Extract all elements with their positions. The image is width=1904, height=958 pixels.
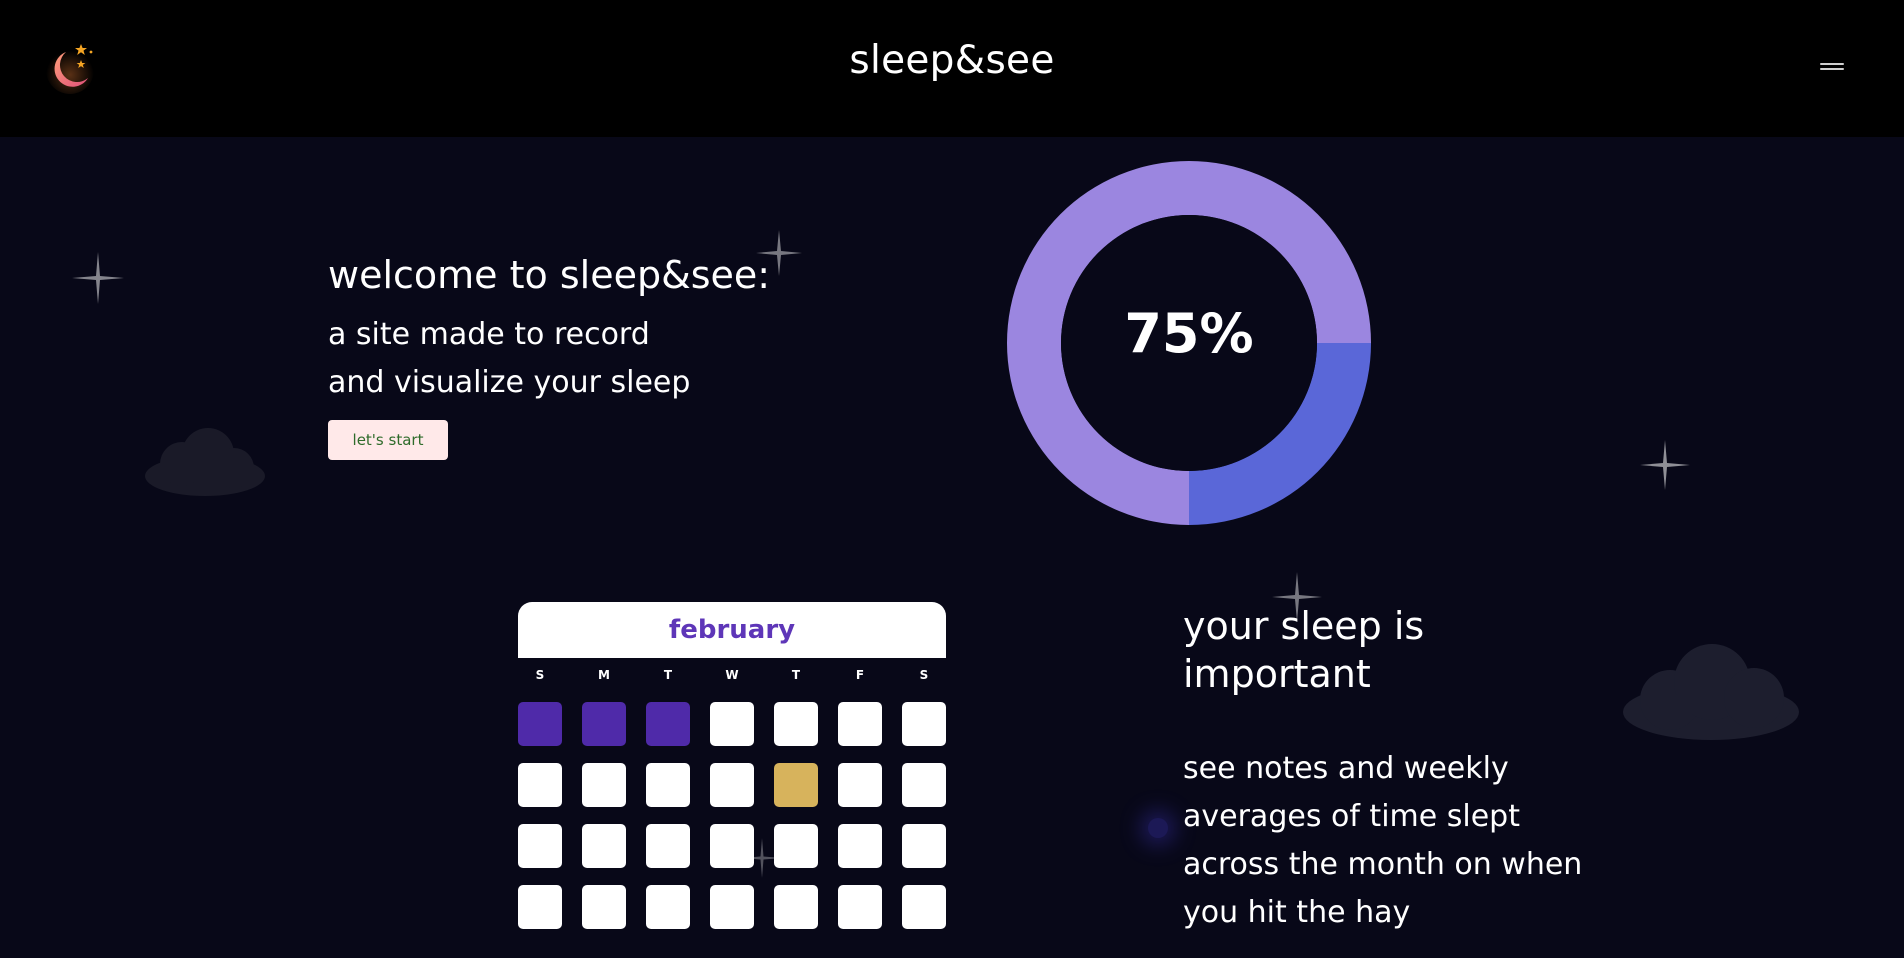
calendar-day-cell[interactable] [710,824,754,868]
cloud-icon [1623,644,1799,740]
weekday-label: S [919,668,929,682]
calendar-day-cell[interactable] [582,763,626,807]
sparkle-icon [72,252,124,304]
sparkle-icon [1640,440,1690,490]
calendar-day-cell[interactable] [582,702,626,746]
info-text-line3: across the month on when [1183,847,1583,882]
site-title: sleep&see [849,38,1055,83]
calendar-day-cell[interactable] [518,885,562,929]
calendar-day-cell[interactable] [902,763,946,807]
info-text-line2: averages of time slept [1183,799,1520,834]
calendar-day-cell[interactable] [646,702,690,746]
weekday-label: T [663,668,673,682]
calendar-day-cell[interactable] [518,702,562,746]
calendar-day-cell[interactable] [646,824,690,868]
hero-heading: welcome to sleep&see: [328,253,771,297]
calendar-day-cell[interactable] [838,885,882,929]
hero-subtitle: a site made to record and visualize your… [328,311,848,407]
info-text-line4: you hit the hay [1183,895,1411,930]
info-heading-line2: important [1183,652,1371,696]
calendar-day-cell[interactable] [710,763,754,807]
info-heading: your sleep is important [1183,602,1603,698]
lets-start-button[interactable]: let's start [328,420,448,460]
top-navigation-bar: sleep&see [0,0,1904,137]
info-text-line1: see notes and weekly [1183,751,1509,786]
donut-center-label: 75% [1124,302,1254,365]
calendar-day-cell[interactable] [646,885,690,929]
calendar-day-cell[interactable] [710,885,754,929]
weekday-label: F [855,668,865,682]
calendar-day-cell[interactable] [518,763,562,807]
weekday-label: W [725,668,739,682]
calendar-day-cell[interactable] [902,885,946,929]
cloud-icon [145,428,265,496]
calendar-day-cell[interactable] [902,702,946,746]
hamburger-menu-icon[interactable] [1818,58,1848,74]
calendar-grid [518,698,946,958]
calendar-weekday-row: SMTWTFS [518,658,946,698]
calendar-day-cell[interactable] [774,824,818,868]
hero-subtitle-line2: and visualize your sleep [328,365,691,400]
calendar: february S M T W T F S [518,602,946,958]
glow-dot [1148,818,1168,838]
calendar-day-cell[interactable] [838,763,882,807]
calendar-day-cell[interactable] [774,702,818,746]
weekday-label: S [535,668,545,682]
calendar-day-cell[interactable] [582,885,626,929]
info-description: see notes and weekly averages of time sl… [1183,745,1623,937]
calendar-day-cell[interactable] [518,824,562,868]
weekday-label: T [791,668,801,682]
calendar-month-label: february [518,602,946,658]
info-heading-line1: your sleep is [1183,604,1425,648]
calendar-day-cell[interactable] [774,763,818,807]
calendar-day-cell[interactable] [838,702,882,746]
calendar-day-cell[interactable] [582,824,626,868]
calendar-day-cell[interactable] [902,824,946,868]
calendar-day-cell[interactable] [838,824,882,868]
hero-subtitle-line1: a site made to record [328,317,650,352]
calendar-day-cell[interactable] [774,885,818,929]
calendar-day-cell[interactable] [646,763,690,807]
weekday-label: M [598,668,610,682]
calendar-day-cell[interactable] [710,702,754,746]
